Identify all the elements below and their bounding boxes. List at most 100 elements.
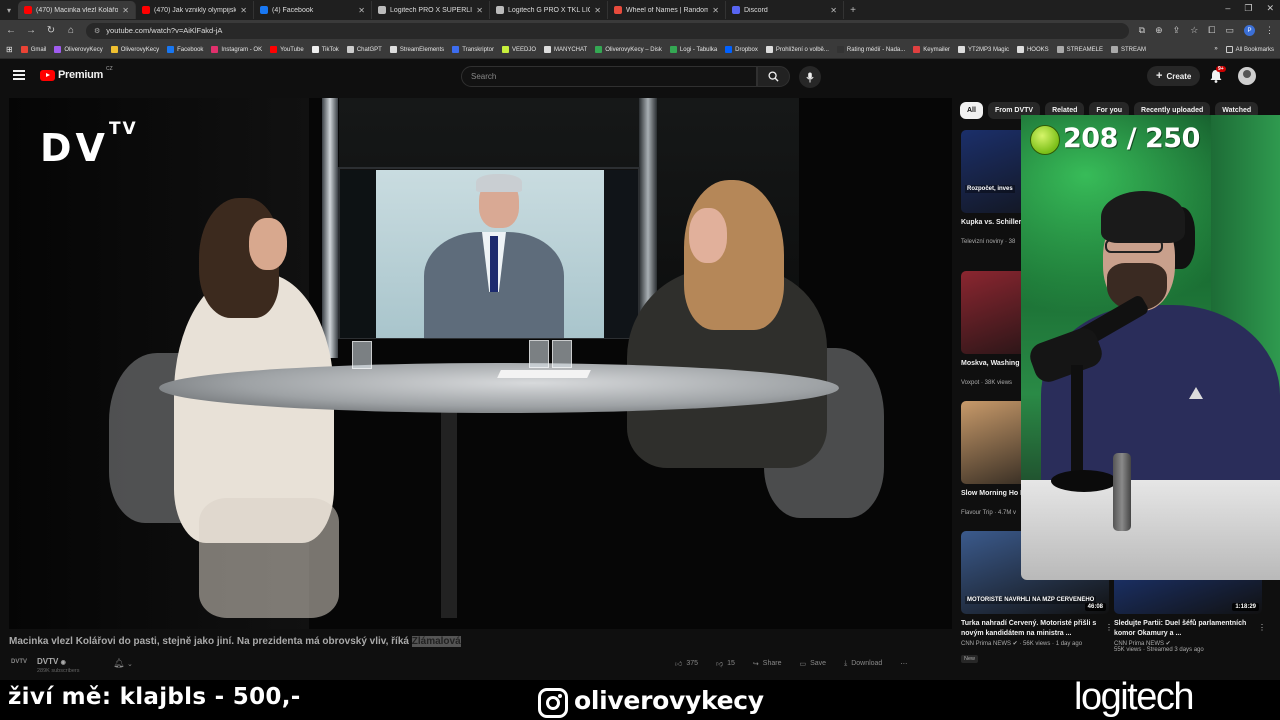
bookmark-item[interactable]: Logi - Tabulka: [669, 46, 717, 53]
browser-tab[interactable]: (470) Jak vznikly olympijské hry ✕: [136, 1, 254, 19]
bookmark-item[interactable]: Facebook: [167, 46, 203, 53]
tab-favicon-icon: [24, 6, 32, 14]
save-button[interactable]: ▭ Save: [799, 660, 826, 668]
share-page-icon[interactable]: ⇪: [1173, 25, 1181, 36]
bookmark-item[interactable]: Keymailer: [913, 46, 950, 53]
browser-tab[interactable]: (470) Macinka vlezl Kolářovi do✕: [18, 1, 136, 19]
home-icon[interactable]: ⌂: [66, 25, 76, 36]
more-actions-icon[interactable]: ⋯: [900, 660, 907, 668]
bookmark-item[interactable]: MANYCHAT: [544, 46, 587, 53]
bookmark-favicon-icon: [501, 46, 509, 53]
close-window-icon[interactable]: ✕: [1266, 3, 1274, 14]
youtube-premium-logo[interactable]: Premium CZ: [40, 66, 113, 81]
bookmark-item[interactable]: TikTok: [311, 46, 339, 53]
mic-stand: [1071, 365, 1083, 485]
notification-count-badge: 9+: [1216, 66, 1226, 72]
apps-icon[interactable]: ⊞: [6, 45, 13, 54]
bookmark-item[interactable]: Rating médií - Nada...: [836, 46, 905, 53]
guest-right-face: [689, 208, 727, 263]
bookmark-label: Dropbox: [735, 46, 758, 53]
address-bar[interactable]: ⚙ youtube.com/watch?v=AiKlFakd-jA: [86, 22, 1129, 39]
video-player[interactable]: DVTV: [9, 98, 952, 629]
bookmark-label: TikTok: [321, 46, 339, 53]
youtube-header: Premium CZ Search: [0, 60, 1280, 92]
tab-search-icon[interactable]: ▾: [0, 0, 18, 20]
bookmark-item[interactable]: StreamElements: [389, 46, 444, 53]
close-tab-icon[interactable]: ✕: [122, 6, 129, 15]
bookmark-favicon-icon: [110, 46, 118, 53]
translate-icon[interactable]: ⧉: [1139, 25, 1145, 36]
voice-search-button[interactable]: [799, 66, 821, 88]
bookmark-item[interactable]: ChatGPT: [346, 46, 382, 53]
bookmark-item[interactable]: OliverovyKecy: [54, 46, 103, 53]
extensions-icon[interactable]: ⧠: [1208, 25, 1215, 36]
minimize-icon[interactable]: –: [1225, 3, 1230, 14]
video-channel[interactable]: CNN Prima NEWS ✔ · 56K views · 1 day ago: [961, 640, 1111, 647]
dislike-button[interactable]: 👎︎ 15: [716, 659, 735, 668]
plus-icon: +: [1156, 70, 1163, 82]
zoom-icon[interactable]: ⊕: [1155, 25, 1163, 36]
more-options-icon[interactable]: ⋮: [1258, 623, 1266, 632]
reload-icon[interactable]: ↻: [46, 25, 56, 36]
share-button[interactable]: ↪ Share: [753, 660, 782, 668]
close-tab-icon[interactable]: ✕: [712, 6, 719, 15]
close-tab-icon[interactable]: ✕: [830, 6, 837, 15]
close-tab-icon[interactable]: ✕: [240, 6, 247, 15]
video-title[interactable]: Turka nahradí Červený. Motoristé přišli …: [961, 619, 1111, 639]
bookmark-item[interactable]: YouTube: [270, 46, 304, 53]
browser-tab[interactable]: Wheel of Names | Random nam✕: [608, 1, 726, 19]
close-tab-icon[interactable]: ✕: [594, 6, 601, 15]
thumbs-up-icon: 👍︎: [675, 661, 683, 668]
like-button[interactable]: 👍︎ 375: [675, 659, 698, 668]
bookmark-item[interactable]: Dropbox: [725, 46, 758, 53]
bookmark-item[interactable]: STREAM: [1110, 46, 1146, 53]
bookmark-star-icon[interactable]: ☆: [1190, 25, 1198, 36]
browser-tab[interactable]: (4) Facebook ✕: [254, 1, 372, 19]
bookmark-item[interactable]: STREAMELE: [1056, 46, 1103, 53]
bookmark-item[interactable]: Instagram - OK: [211, 46, 262, 53]
new-tab-button[interactable]: +: [844, 5, 862, 16]
more-bookmarks-icon[interactable]: »: [1214, 46, 1217, 53]
channel-avatar[interactable]: DVTV: [11, 659, 27, 665]
site-info-icon[interactable]: ⚙: [94, 27, 100, 35]
browser-tab[interactable]: Logitech PRO X SUPERLIGHT 2✕: [372, 1, 490, 19]
maximize-icon[interactable]: ❐: [1244, 3, 1252, 14]
bookmark-item[interactable]: OliverovyKecy: [110, 46, 159, 53]
subscription-bell-button[interactable]: 🔔︎ ⌄: [113, 658, 133, 669]
browser-menu-icon[interactable]: ⋮: [1265, 25, 1274, 36]
channel-name[interactable]: DVTV ◉: [37, 657, 66, 666]
bookmark-item[interactable]: YT2MP3 Magic: [957, 46, 1009, 53]
all-bookmarks-folder[interactable]: All Bookmarks: [1225, 46, 1274, 53]
sidebar-icon[interactable]: ▭: [1225, 25, 1234, 36]
create-button[interactable]: + Create: [1147, 66, 1201, 86]
bookmark-item[interactable]: Gmail: [20, 46, 46, 53]
close-tab-icon[interactable]: ✕: [476, 6, 483, 15]
search-button[interactable]: [757, 66, 790, 87]
bookmark-favicon-icon: [725, 46, 733, 53]
account-avatar[interactable]: [1238, 67, 1256, 85]
bookmark-item[interactable]: HOOKS: [1016, 46, 1049, 53]
forward-icon[interactable]: →: [26, 25, 36, 36]
browser-tab[interactable]: Logitech G PRO X TKL LIGHTSP ✕: [490, 1, 608, 19]
bookmark-favicon-icon: [544, 46, 551, 53]
bookmark-item[interactable]: Transkriptor: [452, 46, 494, 53]
bookmark-item[interactable]: Prohlížení o volbě...: [765, 46, 829, 53]
download-button[interactable]: ⤓ Download: [844, 660, 882, 668]
browser-tab[interactable]: Discord ✕: [726, 1, 844, 19]
video-title-text: Macinka vlezl Kolářovi do pasti, stejně …: [9, 636, 409, 647]
tab-title: (4) Facebook: [272, 6, 314, 14]
video-title-highlight: Zlámalová: [411, 636, 461, 647]
bookmark-item[interactable]: VEEDJO: [501, 46, 536, 53]
guide-menu-icon[interactable]: [13, 70, 25, 80]
profile-avatar[interactable]: P: [1244, 25, 1255, 36]
bookmark-item[interactable]: OliverovyKecy – Disk: [595, 46, 662, 53]
filter-chip[interactable]: All: [960, 102, 983, 119]
video-title[interactable]: Sledujte Partii: Duel šéfů parlamentních…: [1114, 619, 1264, 639]
bookmark-label: Prohlížení o volbě...: [775, 46, 829, 53]
close-tab-icon[interactable]: ✕: [358, 6, 365, 15]
search-input[interactable]: Search: [461, 66, 757, 87]
bookmark-label: YT2MP3 Magic: [967, 46, 1009, 53]
video-channel[interactable]: CNN Prima NEWS ✔: [1114, 640, 1264, 647]
back-icon[interactable]: ←: [6, 25, 16, 36]
more-options-icon[interactable]: ⋮: [1105, 623, 1113, 632]
